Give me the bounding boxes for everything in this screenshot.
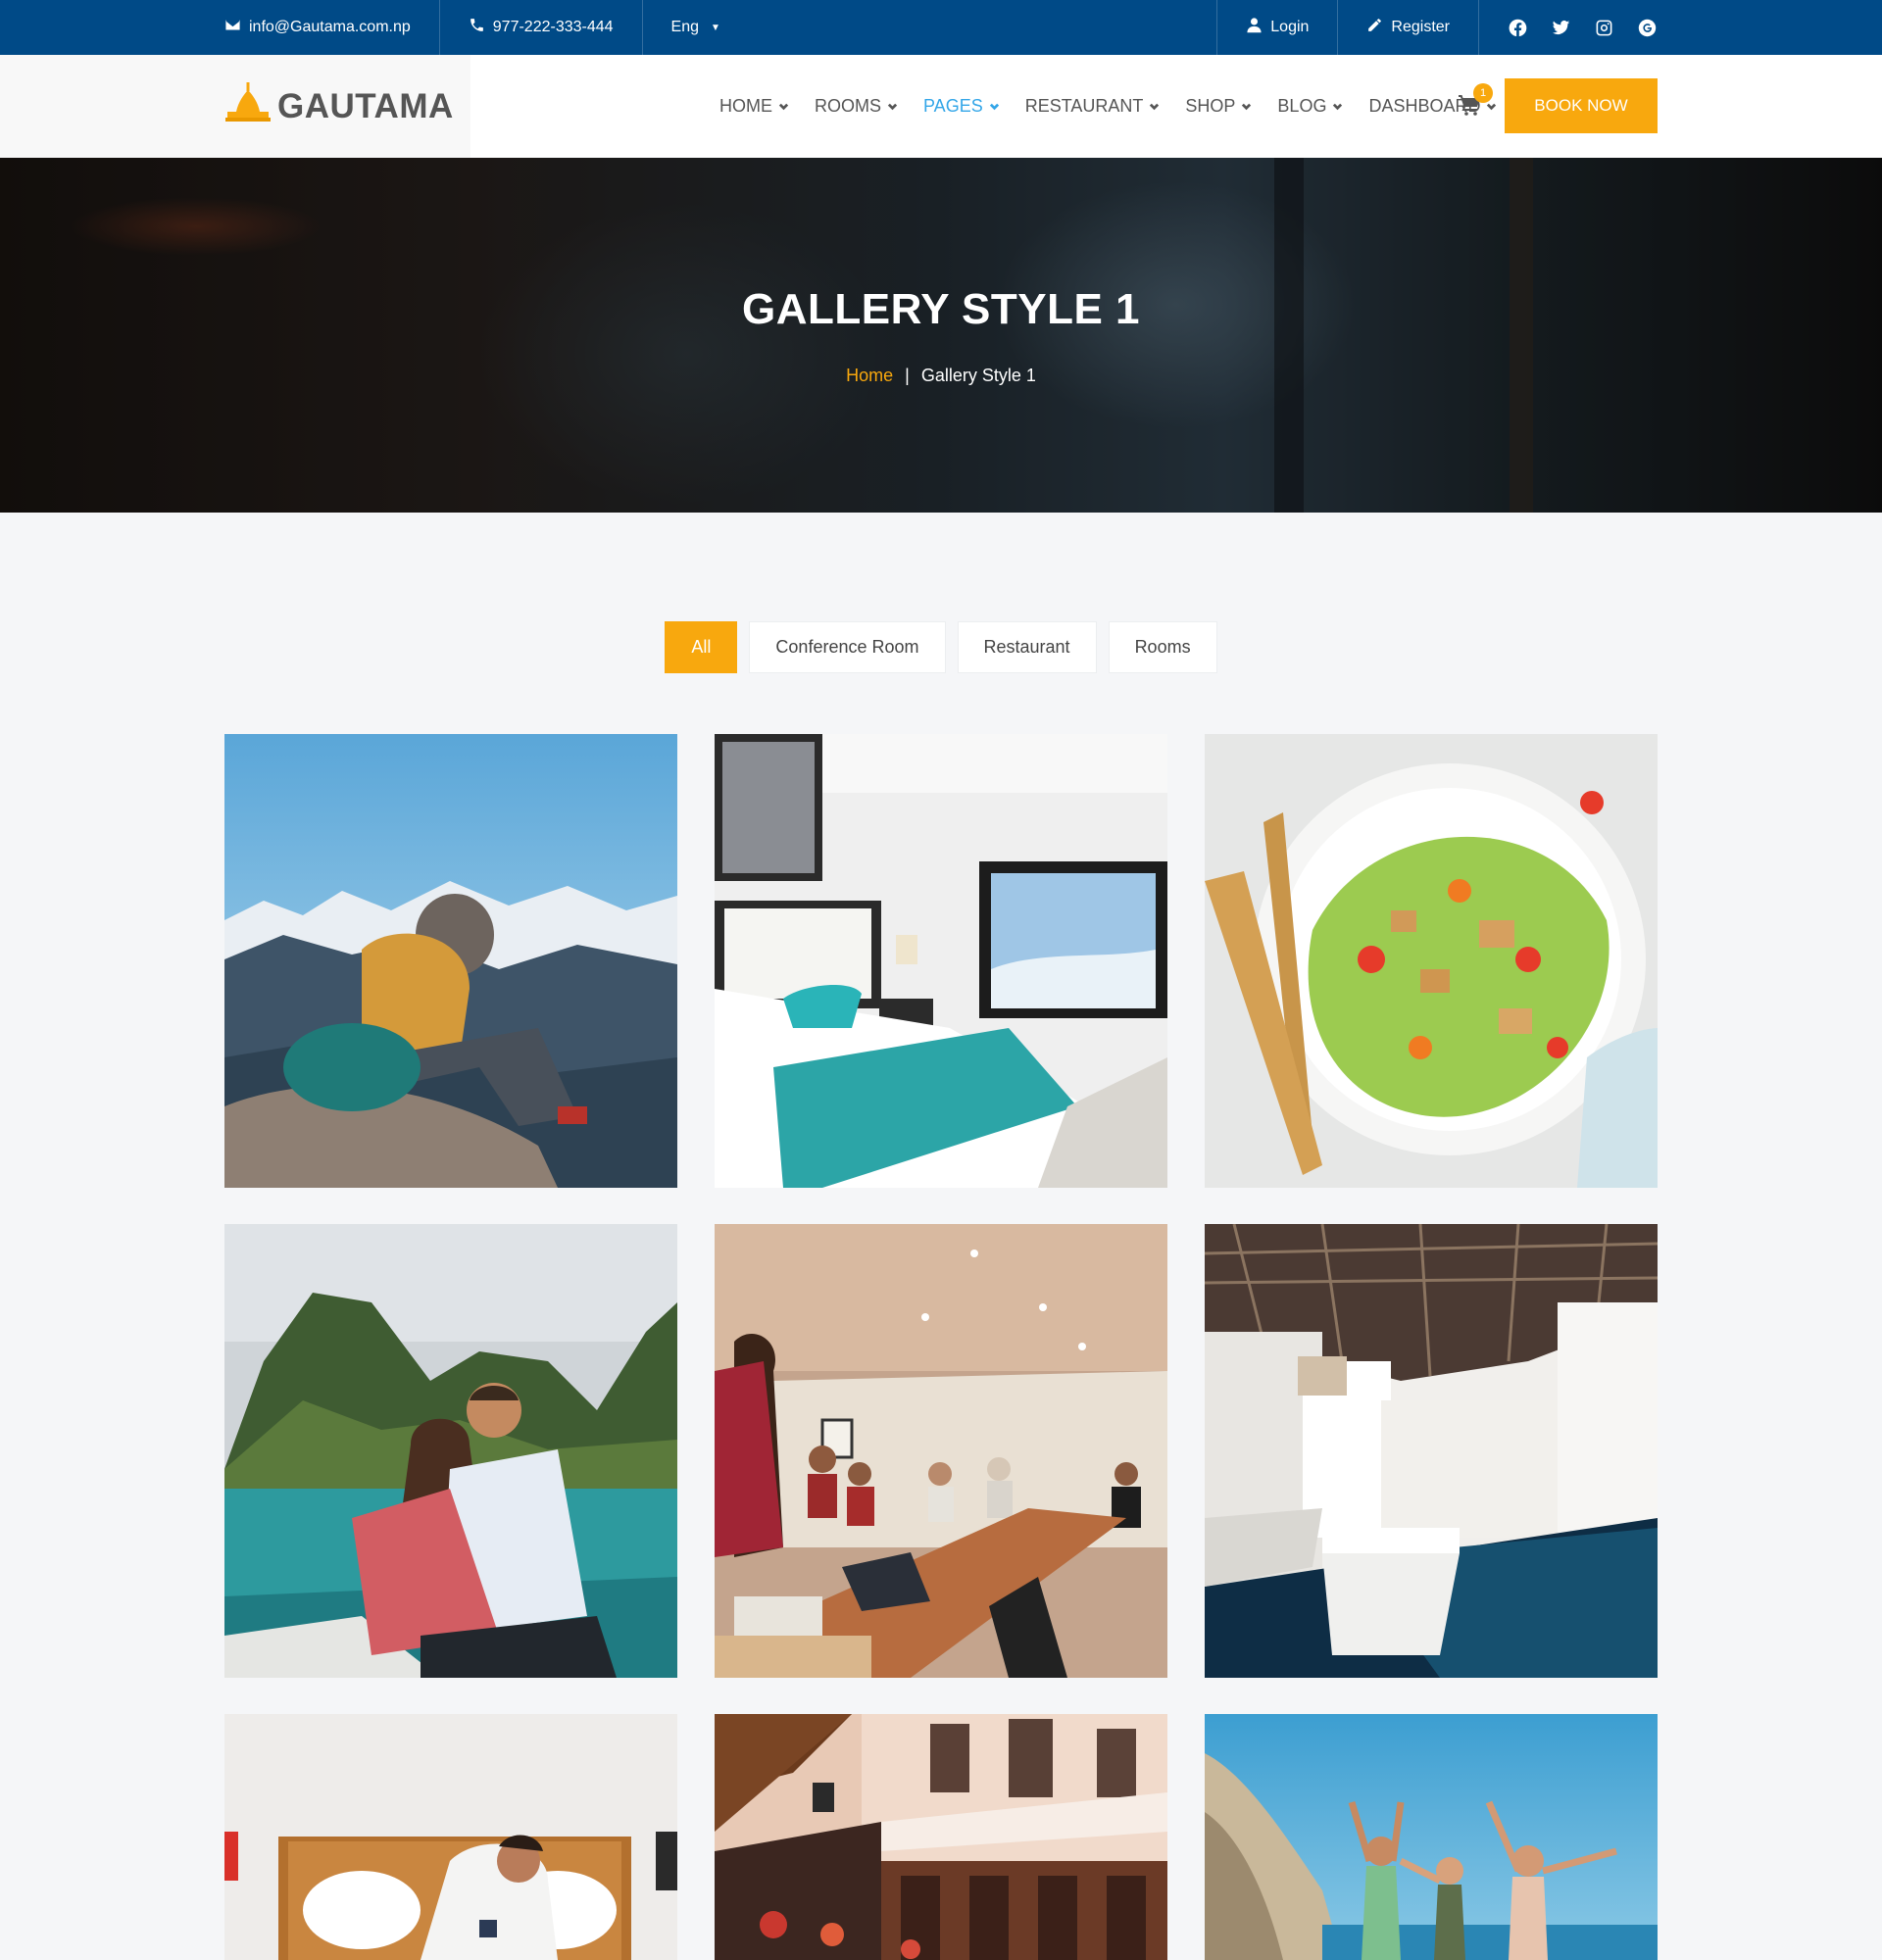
main-nav: HOME ROOMS PAGES RESTAURANT SHOP BLOG DA… bbox=[719, 55, 1497, 158]
nav-item-shop[interactable]: SHOP bbox=[1185, 96, 1252, 117]
facebook-icon[interactable] bbox=[1507, 17, 1528, 38]
user-icon bbox=[1246, 17, 1263, 38]
register-label: Register bbox=[1391, 19, 1450, 35]
pencil-icon bbox=[1366, 17, 1383, 38]
caret-down-icon: ▼ bbox=[711, 22, 720, 33]
nav-item-blog[interactable]: BLOG bbox=[1277, 96, 1343, 117]
friends-on-beach-photo[interactable] bbox=[1205, 1714, 1658, 1960]
hero-overlay bbox=[0, 158, 1882, 513]
twitter-icon[interactable] bbox=[1550, 17, 1571, 38]
cart-count-badge: 1 bbox=[1473, 83, 1493, 103]
email-text: info@Gautama.com.np bbox=[249, 19, 411, 35]
breadcrumb-current: Gallery Style 1 bbox=[920, 366, 1036, 385]
chevron-down-icon bbox=[989, 103, 999, 111]
breadcrumb-home-link[interactable]: Home bbox=[846, 366, 893, 386]
login-link[interactable]: Login bbox=[1216, 0, 1339, 55]
nav-item-rooms[interactable]: ROOMS bbox=[815, 96, 898, 117]
email-link[interactable]: info@Gautama.com.np bbox=[224, 0, 440, 55]
hotel-facade-photo[interactable] bbox=[715, 1714, 1167, 1960]
filter-restaurant-button[interactable]: Restaurant bbox=[957, 621, 1097, 673]
filter-conference-room-button[interactable]: Conference Room bbox=[749, 621, 946, 673]
filter-all-button[interactable]: All bbox=[665, 621, 738, 673]
language-selector[interactable]: Eng ▼ bbox=[643, 0, 749, 55]
social-links bbox=[1479, 0, 1658, 55]
cart-button[interactable]: 1 bbox=[1458, 83, 1493, 121]
phone-icon bbox=[469, 17, 485, 38]
nav-label: PAGES bbox=[923, 96, 983, 116]
chevron-down-icon bbox=[887, 103, 898, 111]
nav-label: RESTAURANT bbox=[1024, 96, 1144, 116]
salad-plate-photo[interactable] bbox=[1205, 734, 1658, 1188]
breadcrumb-separator: | bbox=[905, 366, 910, 385]
google-plus-icon[interactable] bbox=[1636, 17, 1658, 38]
page-hero: GALLERY STYLE 1 Home | Gallery Style 1 bbox=[0, 158, 1882, 513]
nav-label: SHOP bbox=[1185, 96, 1236, 116]
shopping-cart-icon bbox=[1458, 95, 1481, 121]
chevron-down-icon bbox=[778, 103, 789, 111]
brand-name: GAUTAMA bbox=[277, 86, 454, 125]
gallery-filters: All Conference Room Restaurant Rooms bbox=[0, 621, 1882, 673]
nav-label: ROOMS bbox=[815, 96, 882, 116]
chevron-down-icon bbox=[1242, 103, 1252, 111]
main-header: GAUTAMA HOME ROOMS PAGES RESTAURANT SHOP… bbox=[0, 55, 1882, 158]
conference-meeting-photo[interactable] bbox=[715, 1224, 1167, 1678]
book-now-button[interactable]: BOOK NOW bbox=[1505, 78, 1658, 133]
breadcrumb: Home | Gallery Style 1 bbox=[0, 366, 1882, 386]
instagram-icon[interactable] bbox=[1593, 17, 1614, 38]
gallery-grid bbox=[224, 734, 1658, 1960]
nav-item-restaurant[interactable]: RESTAURANT bbox=[1025, 96, 1161, 117]
hiker-on-mountain-photo[interactable] bbox=[224, 734, 677, 1188]
nav-label: BLOG bbox=[1277, 96, 1327, 116]
chevron-down-icon bbox=[1333, 103, 1343, 111]
temple-logo-icon bbox=[224, 82, 272, 130]
language-value: Eng bbox=[670, 19, 699, 35]
filter-rooms-button[interactable]: Rooms bbox=[1108, 621, 1217, 673]
page-title: GALLERY STYLE 1 bbox=[741, 285, 1140, 333]
top-bar: info@Gautama.com.np 977-222-333-444 Eng … bbox=[0, 0, 1882, 55]
hotel-bedroom-photo[interactable] bbox=[715, 734, 1167, 1188]
chevron-down-icon bbox=[1150, 103, 1160, 111]
register-link[interactable]: Register bbox=[1338, 0, 1479, 55]
envelope-icon bbox=[224, 17, 241, 38]
brand-logo[interactable]: GAUTAMA bbox=[224, 82, 454, 130]
login-label: Login bbox=[1270, 19, 1310, 35]
nav-label: HOME bbox=[719, 96, 772, 116]
phone-text: 977-222-333-444 bbox=[492, 19, 614, 35]
phone-link[interactable]: 977-222-333-444 bbox=[440, 0, 643, 55]
nav-item-home[interactable]: HOME bbox=[719, 96, 789, 117]
chevron-down-icon bbox=[1487, 103, 1497, 111]
nav-item-pages[interactable]: PAGES bbox=[923, 96, 1000, 117]
man-in-bed-photo[interactable] bbox=[224, 1714, 677, 1960]
museum-pool-photo[interactable] bbox=[1205, 1224, 1658, 1678]
couple-on-boat-photo[interactable] bbox=[224, 1224, 677, 1678]
